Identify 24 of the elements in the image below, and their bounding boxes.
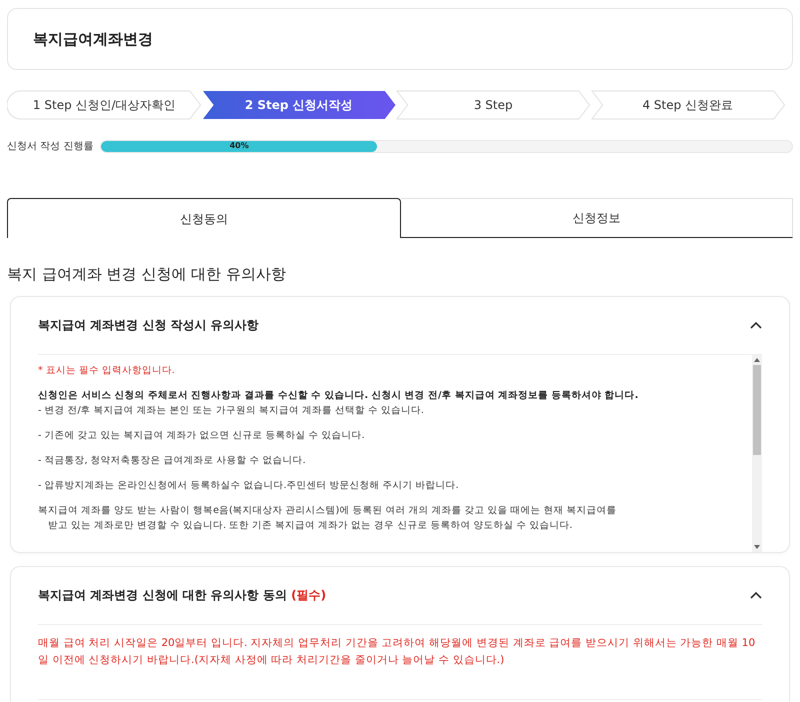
card-title: 복지급여 계좌변경 신청에 대한 유의사항 동의 (필수) (38, 587, 326, 604)
step-tab[interactable]: 1 Step 신청인/대상자확인 (7, 90, 202, 120)
notice-text: - 변경 전/후 복지급여 계좌는 본인 또는 가구원의 복지급여 계좌를 선택할 수 있습니다. (38, 404, 425, 418)
chevron-up-icon[interactable] (750, 591, 762, 599)
chevron-up-icon[interactable] (750, 321, 762, 329)
step-tab[interactable]: 2 Step 신청서작성 (202, 90, 396, 120)
scrollbar[interactable] (752, 354, 762, 552)
agreement-text: 매월 급여 처리 시작일은 20일부터 입니다. 지자체의 업무처리 기간을 고려하여 해당월에 변경된 계좌로 급여를 받으시기 위해서는 가능한 매월 10일 이전에 신청하시기 바랍니다.(지자체 사정에 따라 처리기간을 줄이거나 늘어날 수 있습니다.) (38, 636, 756, 668)
card-title: 복지급여 계좌변경 신청 작성시 유의사항 (38, 317, 259, 334)
step-tab[interactable]: 4 Step 신청완료 (590, 90, 785, 120)
page-title: 복지급여계좌변경 (33, 28, 153, 50)
step-tab[interactable]: 3 Step (396, 90, 590, 120)
notice-text: - 기존에 갖고 있는 복지급여 계좌가 없으면 신규로 등록하실 수 있습니다. (38, 428, 366, 442)
notice-text: 받고 있는 계좌로만 변경할 수 있습니다. 또한 기존 복지급여 계좌가 없는 경우 신규로 등록하여 양도하실 수 있습니다. (47, 518, 574, 532)
section-heading: 복지 급여계좌 변경 신청에 대한 유의사항 (7, 264, 287, 285)
progress-reading: 40% (230, 140, 249, 152)
notice-text: 복지급여 계좌를 양도 받는 사람이 행복e음(복지대상자 관리시스템)에 등록된 여러 개의 계좌를 갖고 있을 때에는 현재 복지급여를 (38, 504, 618, 518)
tab[interactable]: 신청동의 (7, 198, 400, 238)
notice-text: * 표시는 필수 입력사항입니다. (38, 364, 176, 378)
progress-label: 신청서 작성 진행률 (7, 140, 94, 154)
notice-text: - 적금통장, 청약저축통장은 급여계좌로 사용할 수 없습니다. (38, 454, 307, 468)
notice-text: - 압류방지계좌는 온라인신청에서 등록하실수 없습니다.주민센터 방문신청해 주시기 바랍니다. (38, 478, 460, 492)
notice-text: 신청인은 서비스 신청의 주체로서 진행사항과 결과를 수신할 수 있습니다. 신청시 변경 전/후 복지급여 계좌정보를 등록하셔야 합니다. (38, 388, 640, 402)
tab[interactable]: 신청정보 (400, 198, 793, 238)
